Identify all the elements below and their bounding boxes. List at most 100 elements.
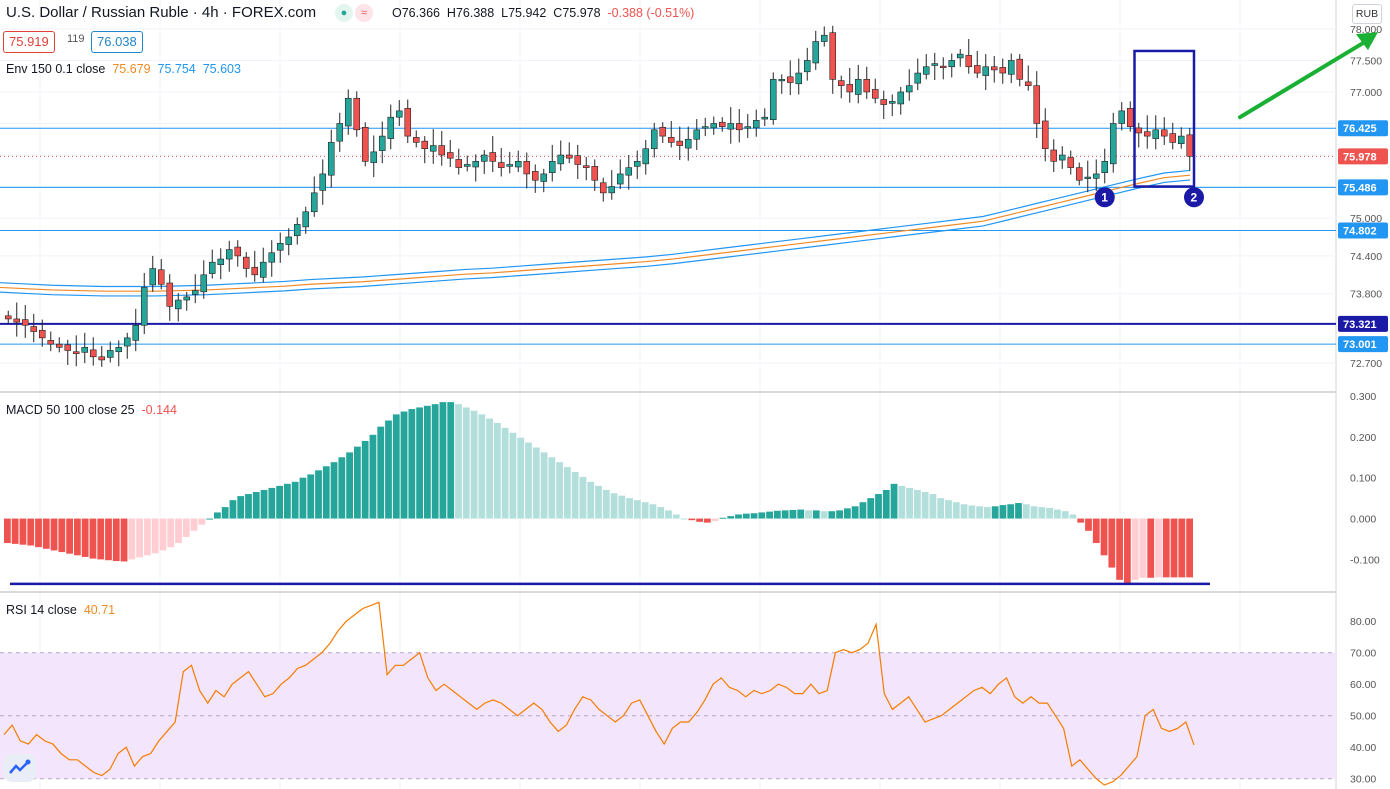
macd-bar [1170, 518, 1178, 578]
macd-bar [844, 508, 851, 519]
market-open-icon: ● [335, 4, 353, 22]
rsi-tick-label: 80.00 [1350, 616, 1376, 628]
candle-body [973, 65, 981, 74]
envelope-lower [0, 179, 1191, 297]
candle-body [905, 85, 913, 93]
candle-body [72, 351, 80, 354]
macd-bar [680, 518, 688, 520]
candle-body [140, 287, 148, 326]
macd-bar [58, 518, 66, 553]
candle-body [1177, 135, 1185, 144]
candle-body [55, 343, 63, 348]
candle-body [310, 192, 318, 213]
tradingview-logo-icon[interactable] [4, 754, 36, 782]
macd-bar [35, 518, 42, 548]
currency-button[interactable]: RUB [1352, 4, 1382, 24]
candle-body [684, 138, 692, 149]
candle-body [582, 165, 590, 168]
candle-body [268, 252, 276, 263]
ask-price[interactable]: 76.038 [91, 31, 143, 53]
chart-canvas[interactable]: 78.00077.50077.00076.50076.00075.50075.0… [0, 0, 1390, 789]
macd-bar [494, 422, 501, 519]
macd-bar [276, 485, 283, 519]
candle-body [1016, 58, 1024, 80]
candle-body [149, 268, 157, 286]
macd-bar [649, 504, 657, 519]
candle-body [880, 99, 888, 105]
candle-body [506, 164, 514, 167]
candle-body [948, 60, 956, 68]
macd-bar [634, 500, 641, 519]
candle-body [378, 135, 386, 151]
env-legend[interactable]: Env 150 0.1 close 75.679 75.754 75.603 [6, 62, 241, 76]
macd-bar [1131, 518, 1139, 580]
candle-body [854, 79, 862, 95]
candle-body [1024, 81, 1032, 86]
candle-body [1126, 108, 1134, 127]
candle-body [327, 142, 335, 176]
macd-tick-label: 0.100 [1350, 473, 1376, 485]
rsi-tick-label: 70.00 [1350, 648, 1376, 660]
candle-body [64, 344, 72, 351]
price-tick-label: 72.700 [1350, 358, 1382, 370]
candle-body [956, 53, 964, 59]
macd-bar [906, 487, 913, 519]
candle-body [89, 349, 97, 358]
macd-bar [268, 487, 276, 519]
macd-bar [136, 518, 143, 558]
macd-bar [299, 477, 307, 519]
macd-bar [501, 427, 509, 519]
candle-body [1041, 120, 1049, 150]
macd-bar [105, 518, 112, 561]
marker-number: 1 [1101, 190, 1108, 204]
macd-legend[interactable]: MACD 50 100 close 25 -0.144 [6, 403, 177, 417]
macd-bar [1186, 518, 1193, 578]
macd-bar [1147, 518, 1155, 578]
market-status: ● ≈ [335, 4, 375, 22]
candle-body [497, 162, 505, 168]
macd-bar [1069, 514, 1077, 519]
candle-body [200, 274, 208, 293]
macd-bar [1124, 518, 1131, 584]
price-tick-label: 74.400 [1350, 251, 1382, 263]
price-tick-label: 77.500 [1350, 55, 1382, 67]
candle-body [1186, 134, 1194, 157]
macd-bar [408, 409, 416, 519]
macd-bar [291, 481, 299, 519]
price-level-label: 73.001 [1343, 339, 1377, 351]
rsi-tick-label: 40.00 [1350, 742, 1376, 754]
candle-body [999, 67, 1007, 74]
bid-price[interactable]: 75.919 [3, 31, 55, 53]
macd-bar [260, 489, 268, 519]
candle-body [727, 123, 735, 130]
macd-bar [369, 434, 377, 519]
macd-bar [486, 418, 493, 519]
macd-bar [571, 471, 579, 519]
candle-body [548, 161, 556, 173]
candle-body [591, 166, 599, 181]
candle-body [234, 246, 242, 257]
candle-body [650, 129, 658, 150]
trend-arrow-shaft [1238, 38, 1370, 120]
candle-body [710, 123, 718, 129]
macd-bar [851, 506, 859, 519]
candle-body [319, 173, 327, 191]
macd-bar [354, 446, 361, 519]
macd-bar [517, 437, 525, 519]
price-tick-label: 73.800 [1350, 289, 1382, 301]
macd-bar [532, 447, 540, 519]
macd-bar [610, 493, 618, 519]
price-change: -0.388 (-0.51%) [607, 6, 695, 20]
macd-bar [579, 476, 587, 519]
macd-bar [229, 500, 237, 519]
macd-bar [198, 518, 206, 525]
macd-bar [431, 404, 439, 519]
price-level-label: 73.321 [1343, 319, 1377, 331]
macd-bar [1162, 518, 1170, 578]
symbol-title[interactable]: U.S. Dollar / Russian Ruble · 4h · FOREX… [6, 4, 316, 21]
rsi-legend[interactable]: RSI 14 close 40.71 [6, 603, 115, 617]
macd-bar [400, 411, 408, 519]
candle-body [47, 340, 55, 345]
macd-bar [742, 513, 750, 519]
macd-bar [898, 485, 906, 519]
